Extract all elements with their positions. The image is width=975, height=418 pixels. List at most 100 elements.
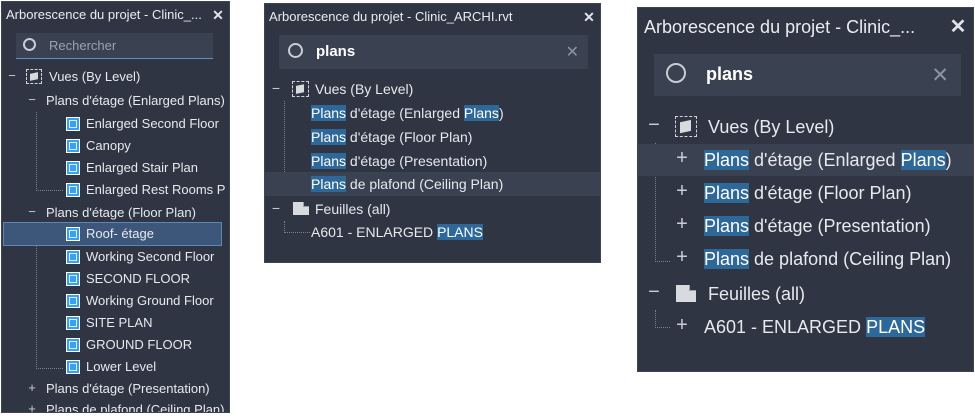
tree-leaf-view[interactable]: SITE PLAN	[2, 312, 229, 334]
tree-node-label: Vues (By Level)	[49, 69, 141, 84]
search-input[interactable]: plans	[316, 43, 355, 60]
tree-leaf-view[interactable]: Working Second Floor	[2, 246, 229, 268]
views-icon	[26, 69, 42, 84]
tree-node-label-text: d'étage (Enlarged	[749, 150, 901, 170]
tree-node-presentation[interactable]: + Plans d'étage (Presentation)	[638, 210, 973, 242]
tree-node-label: Canopy	[86, 138, 131, 153]
panel-title: Arborescence du projet - Clinic_...	[644, 17, 916, 37]
tree-node-enlarged-plans[interactable]: − Plans d'étage (Enlarged Plans)	[2, 90, 229, 112]
tree-leaf-view[interactable]: Enlarged Stair Plan	[2, 157, 229, 179]
tree-node-floor-plan[interactable]: Plans d'étage (Floor Plan)	[265, 125, 600, 149]
search-match: Plans	[900, 150, 946, 170]
search-box[interactable]: plans ✕	[279, 35, 588, 69]
tree-node-sheets[interactable]: − Feuilles (all)	[265, 197, 600, 221]
search-match: Plans	[311, 153, 347, 169]
floor-plan-icon	[66, 139, 80, 153]
tree-node-sheet-a601[interactable]: + A601 - ENLARGED PLANS	[638, 311, 973, 343]
expand-icon[interactable]: +	[672, 314, 692, 337]
tree-node-presentation[interactable]: + Plans d'étage (Presentation)	[2, 378, 229, 400]
tree-node-enlarged-plans[interactable]: + Plans d'étage (Enlarged Plans)	[638, 144, 973, 176]
tree-node-views[interactable]: − Vues (By Level)	[2, 66, 229, 88]
tree-node-enlarged-plans[interactable]: Plans d'étage (Enlarged Plans)	[265, 101, 600, 125]
search-match: Plans	[311, 105, 347, 121]
search-match: Plans	[463, 105, 499, 121]
sheets-icon	[293, 202, 309, 215]
search-placeholder[interactable]: Rechercher	[49, 38, 116, 53]
tree-node-label-text: d'étage (Floor Plan)	[749, 183, 912, 203]
search-match: Plans	[311, 176, 347, 192]
tree-leaf-view[interactable]: Canopy	[2, 135, 229, 157]
tree-leaf-view[interactable]: Working Ground Floor	[2, 290, 229, 312]
tree-node-label-text: d'étage (Enlarged	[346, 105, 464, 121]
tree-leaf-view[interactable]: SECOND FLOOR	[2, 268, 229, 290]
tree-leaf-view[interactable]: Enlarged Second Floor	[2, 113, 229, 135]
close-icon[interactable]: ✕	[207, 2, 229, 28]
project-browser-panel-2: Arborescence du projet - Clinic_ARCHI.rv…	[264, 3, 601, 263]
search-icon	[288, 43, 303, 58]
tree-node-label: Roof- étage	[86, 226, 154, 241]
tree-node-label: Plans d'étage (Enlarged Plans)	[704, 150, 952, 171]
expand-icon[interactable]: +	[672, 246, 692, 269]
collapse-icon[interactable]: −	[26, 92, 38, 107]
search-box[interactable]: Rechercher	[16, 33, 213, 59]
tree-node-floor-plan[interactable]: − Plans d'étage (Floor Plan)	[2, 202, 229, 224]
floor-plan-icon	[66, 227, 80, 241]
tree-node-ceiling-plan[interactable]: Plans de plafond (Ceiling Plan)	[265, 172, 600, 196]
tree-node-label-text: )	[498, 105, 504, 121]
floor-plan-icon	[66, 117, 80, 131]
tree-node-label-text: d'étage (Floor Plan)	[346, 129, 473, 145]
tree-node-label: Vues (By Level)	[315, 81, 414, 97]
search-match: Plans	[704, 183, 750, 203]
tree-node-label: Plans de plafond (Ceiling Plan)	[311, 176, 503, 192]
tree-node-label: Plans d'étage (Enlarged Plans)	[46, 93, 225, 108]
tree-node-label: SITE PLAN	[86, 315, 153, 330]
floor-plan-icon	[66, 183, 80, 197]
tree-node-ceiling-plan[interactable]: + Plans de plafond (Ceiling Plan)	[2, 399, 229, 412]
expand-icon[interactable]: +	[672, 213, 692, 236]
collapse-icon[interactable]: −	[269, 200, 283, 216]
collapse-icon[interactable]: −	[269, 80, 283, 96]
tree-node-presentation[interactable]: Plans d'étage (Presentation)	[265, 149, 600, 173]
tree-leaf-view[interactable]: Enlarged Rest Rooms P	[2, 179, 229, 201]
expand-icon[interactable]: +	[26, 380, 38, 395]
clear-search-icon[interactable]: ✕	[931, 63, 949, 88]
expand-icon[interactable]: +	[26, 401, 38, 412]
tree-node-views[interactable]: − Vues (By Level)	[638, 111, 973, 143]
search-match: PLANS	[866, 317, 926, 337]
search-match: Plans	[704, 249, 750, 269]
collapse-icon[interactable]: −	[644, 281, 664, 304]
collapse-icon[interactable]: −	[6, 68, 18, 83]
tree-node-sheet-a601[interactable]: A601 - ENLARGED PLANS	[265, 220, 600, 244]
tree-node-label: Plans d'étage (Floor Plan)	[704, 183, 912, 204]
search-icon	[23, 38, 36, 51]
tree-leaf-view[interactable]: GROUND FLOOR	[2, 334, 229, 356]
tree-leaf-view[interactable]: Lower Level	[2, 356, 229, 378]
tree-node-label: Plans d'étage (Presentation)	[311, 153, 487, 169]
tree-node-label: Feuilles (all)	[315, 201, 391, 217]
collapse-icon[interactable]: −	[26, 204, 38, 219]
expand-icon[interactable]: +	[672, 147, 692, 170]
floor-plan-icon	[66, 360, 80, 374]
sheets-icon	[676, 285, 696, 302]
tree-node-label-text: )	[945, 150, 952, 170]
close-icon[interactable]: ✕	[943, 8, 973, 46]
collapse-icon[interactable]: −	[644, 114, 664, 137]
search-match: Plans	[704, 216, 750, 236]
search-input[interactable]: plans	[706, 64, 753, 85]
tree-node-label: Plans d'étage (Enlarged Plans)	[311, 105, 504, 121]
expand-icon[interactable]: +	[672, 180, 692, 203]
tree-leaf-view-selected[interactable]: Roof- étage	[3, 222, 222, 246]
search-box[interactable]: plans ✕	[654, 54, 961, 96]
views-icon	[292, 81, 309, 97]
floor-plan-icon	[66, 250, 80, 264]
tree-node-views[interactable]: − Vues (By Level)	[265, 77, 600, 101]
clear-search-icon[interactable]: ✕	[566, 42, 579, 62]
tree-node-sheets[interactable]: − Feuilles (all)	[638, 278, 973, 310]
search-match: Plans	[311, 129, 347, 145]
tree-node-floor-plan[interactable]: + Plans d'étage (Floor Plan)	[638, 177, 973, 209]
tree-node-label: Vues (By Level)	[708, 117, 835, 137]
close-icon[interactable]: ✕	[578, 4, 600, 30]
tree-node-ceiling-plan[interactable]: + Plans de plafond (Ceiling Plan)	[638, 243, 973, 275]
tree-node-label-text: A601 - ENLARGED	[704, 317, 867, 337]
tree-node-label: Plans d'étage (Presentation)	[46, 381, 210, 396]
